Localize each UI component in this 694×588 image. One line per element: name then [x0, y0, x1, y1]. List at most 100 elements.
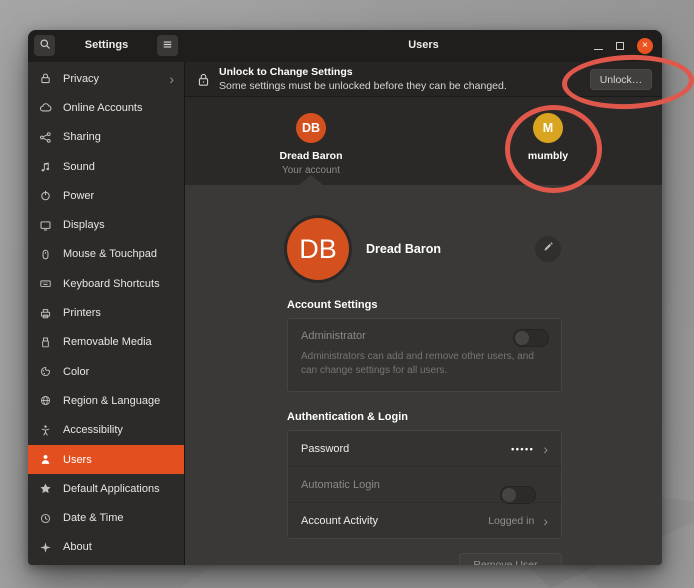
remove-user-button[interactable]: Remove User… [459, 553, 562, 565]
chevron-right-icon: › [543, 444, 548, 454]
sidebar-item-printers[interactable]: Printers [28, 298, 184, 327]
avatar-mumbly[interactable]: M [533, 113, 563, 143]
sidebar-item-about[interactable]: About [28, 533, 184, 562]
sidebar-item-online-accounts[interactable]: Online Accounts [28, 93, 184, 122]
sidebar-item-privacy[interactable]: Privacy › [28, 64, 184, 93]
sidebar-item-label: Printers [63, 307, 101, 319]
toggle-knob [515, 331, 529, 345]
menu-button[interactable] [157, 35, 178, 56]
music-note-icon [38, 160, 52, 174]
minimize-button[interactable] [594, 43, 603, 50]
profile-avatar[interactable]: DB [287, 218, 349, 280]
unlock-infobar: Unlock to Change Settings Some settings … [185, 62, 662, 97]
clock-icon [38, 511, 52, 525]
pencil-icon [542, 240, 554, 258]
close-button[interactable]: × [637, 38, 653, 54]
sidebar-item-users[interactable]: Users [28, 445, 184, 474]
sidebar-item-label: Sound [63, 161, 95, 173]
account-activity-label: Account Activity [301, 515, 378, 527]
selected-user-caret [299, 175, 323, 185]
sidebar-item-label: About [63, 541, 92, 553]
panel-header: Users × [185, 30, 662, 62]
password-label: Password [301, 443, 349, 455]
sidebar-item-label: Region & Language [63, 395, 160, 407]
carousel-user-current[interactable]: DB Dread Baron Your account [256, 113, 366, 176]
unlock-text: Unlock to Change Settings Some settings … [219, 66, 507, 92]
flash-drive-icon [38, 335, 52, 349]
sidebar-item-power[interactable]: Power [28, 181, 184, 210]
lock-icon [197, 72, 210, 87]
sidebar-item-mouse-touchpad[interactable]: Mouse & Touchpad [28, 240, 184, 269]
automatic-login-toggle[interactable] [500, 486, 536, 504]
administrator-description: Administrators can add and remove other … [301, 350, 536, 378]
settings-window: Settings Users × [28, 30, 662, 565]
window-controls: × [594, 30, 653, 62]
sidebar-item-accessibility[interactable]: Accessibility [28, 416, 184, 445]
profile-header: DB Dread Baron [287, 218, 562, 280]
sidebar-item-label: Removable Media [63, 336, 152, 348]
sidebar-item-default-applications[interactable]: Default Applications [28, 474, 184, 503]
account-settings-card: Administrator Administrators can add and… [287, 318, 562, 392]
sidebar-item-color[interactable]: Color [28, 357, 184, 386]
avatar-dread-baron[interactable]: DB [296, 113, 326, 143]
sidebar-item-label: Users [63, 454, 92, 466]
edit-name-button[interactable] [535, 236, 561, 262]
unlock-subtitle: Some settings must be unlocked before th… [219, 80, 507, 92]
sidebar-item-date-time[interactable]: Date & Time [28, 503, 184, 532]
display-icon [38, 218, 52, 232]
password-dots: ••••• [511, 444, 534, 454]
sidebar: Privacy › Online Accounts Sharing [28, 62, 185, 565]
sidebar-item-displays[interactable]: Displays [28, 210, 184, 239]
sidebar-item-label: Color [63, 366, 89, 378]
sidebar-item-label: Privacy [63, 73, 99, 85]
toggle-knob [502, 488, 516, 502]
starburst-icon [38, 540, 52, 554]
minimize-icon [594, 49, 603, 50]
privacy-lock-icon [38, 72, 52, 86]
star-icon [38, 482, 52, 496]
password-row[interactable]: Password ••••• › [288, 431, 561, 466]
accessibility-person-icon [38, 423, 52, 437]
power-icon [38, 189, 52, 203]
user-icon [38, 453, 52, 467]
administrator-label: Administrator [301, 330, 548, 342]
titlebar[interactable]: Settings Users × [28, 30, 662, 62]
unlock-button[interactable]: Unlock… [590, 69, 652, 90]
sidebar-item-label: Date & Time [63, 512, 124, 524]
panel-title: Users [185, 39, 662, 51]
automatic-login-row: Automatic Login [288, 466, 561, 502]
sidebar-item-label: Mouse & Touchpad [63, 248, 157, 260]
close-icon: × [642, 41, 648, 51]
sidebar-item-label: Default Applications [63, 483, 160, 495]
hamburger-icon [162, 37, 173, 55]
sidebar-item-sharing[interactable]: Sharing [28, 123, 184, 152]
cloud-icon [38, 101, 52, 115]
sidebar-item-label: Displays [63, 219, 105, 231]
administrator-row: Administrator Administrators can add and… [288, 319, 561, 391]
carousel-user-name: Dread Baron [256, 150, 366, 162]
sidebar-item-label: Online Accounts [63, 102, 143, 114]
profile-name: Dread Baron [366, 242, 441, 256]
sidebar-item-sound[interactable]: Sound [28, 152, 184, 181]
maximize-icon [616, 42, 624, 50]
sidebar-item-label: Sharing [63, 131, 101, 143]
maximize-button[interactable] [616, 42, 624, 50]
user-detail-panel: DB Dread Baron Account Settings Administ… [185, 185, 662, 565]
administrator-toggle[interactable] [513, 329, 549, 347]
share-icon [38, 130, 52, 144]
keyboard-icon [38, 277, 52, 291]
carousel-user-mumbly[interactable]: M mumbly [493, 113, 603, 162]
account-activity-value: Logged in [488, 515, 534, 527]
auth-login-card: Password ••••• › Automatic Login [287, 430, 562, 539]
sidebar-item-keyboard-shortcuts[interactable]: Keyboard Shortcuts [28, 269, 184, 298]
sidebar-item-label: Accessibility [63, 424, 123, 436]
account-activity-row[interactable]: Account Activity Logged in › [288, 502, 561, 538]
unlock-title: Unlock to Change Settings [219, 66, 507, 78]
sidebar-item-label: Power [63, 190, 94, 202]
mouse-icon [38, 247, 52, 261]
chevron-right-icon: › [543, 516, 548, 526]
color-palette-icon [38, 365, 52, 379]
sidebar-item-removable-media[interactable]: Removable Media [28, 328, 184, 357]
section-title-account-settings: Account Settings [287, 299, 562, 311]
sidebar-item-region-language[interactable]: Region & Language [28, 386, 184, 415]
